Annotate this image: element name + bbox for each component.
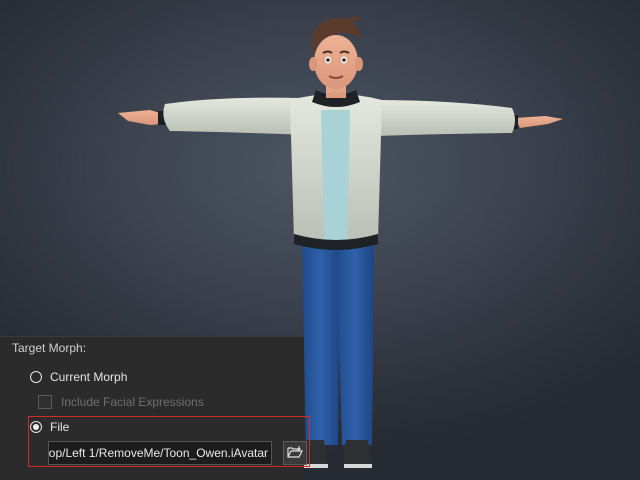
target-morph-label: Target Morph:	[12, 341, 87, 355]
include-facial-expressions-checkbox	[38, 395, 52, 409]
folder-open-icon	[287, 445, 303, 462]
file-radio[interactable]	[30, 421, 42, 433]
file-path-field[interactable]: op/Left 1/RemoveMe/Toon_Owen.iAvatar	[48, 441, 272, 465]
target-morph-panel: Target Morph: Current Morph Include Faci…	[0, 336, 307, 480]
current-morph-radio-option[interactable]: Current Morph	[30, 370, 127, 384]
browse-file-button[interactable]	[283, 441, 307, 465]
file-path-text: op/Left 1/RemoveMe/Toon_Owen.iAvatar	[48, 446, 268, 460]
file-label: File	[50, 420, 70, 434]
include-facial-expressions-option: Include Facial Expressions	[38, 395, 204, 409]
include-facial-expressions-label: Include Facial Expressions	[61, 395, 204, 409]
current-morph-label: Current Morph	[50, 370, 128, 384]
current-morph-radio[interactable]	[30, 371, 42, 383]
file-radio-option[interactable]: File	[30, 420, 69, 434]
